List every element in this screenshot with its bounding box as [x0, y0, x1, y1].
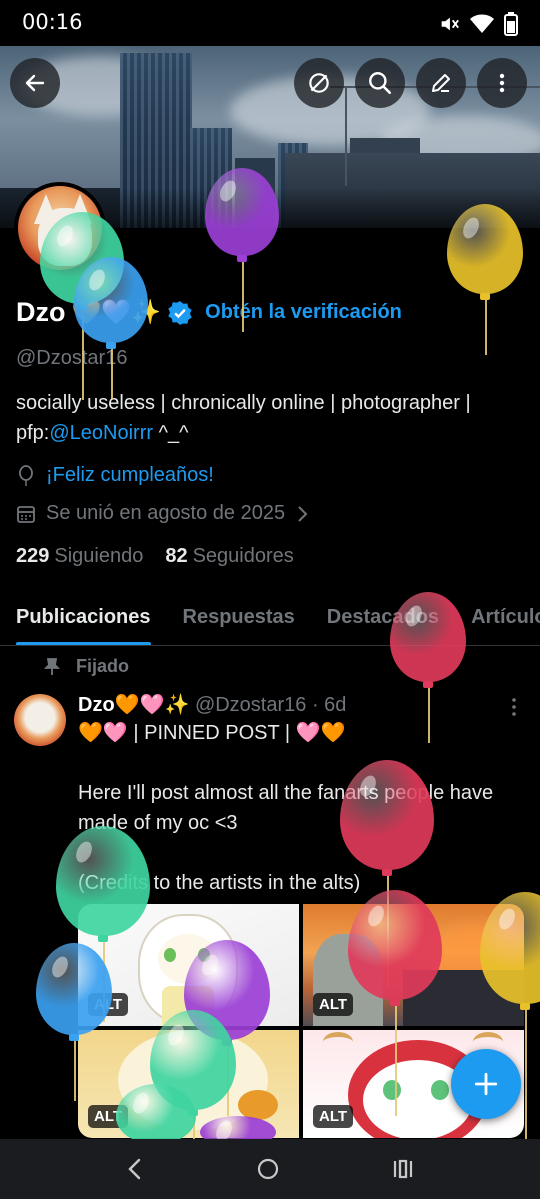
back-arrow-icon — [25, 74, 45, 92]
balloon-icon — [19, 464, 33, 486]
profile-avatar[interactable] — [14, 182, 106, 274]
edit-icon — [432, 74, 450, 92]
profile-bio: socially useless | chronically online | … — [16, 388, 516, 448]
tab-replies[interactable]: Respuestas — [183, 590, 295, 645]
search-icon — [369, 72, 392, 95]
display-name: Dzo — [16, 297, 66, 327]
get-verified-link[interactable]: Obtén la verificación — [205, 301, 402, 324]
battery-icon — [504, 12, 518, 36]
balloon — [74, 257, 148, 401]
chevron-right-icon — [298, 505, 308, 522]
alt-badge[interactable]: ALT — [88, 1105, 129, 1128]
more-vertical-icon — [499, 73, 505, 93]
pinned-indicator: Fijado — [44, 656, 129, 677]
post-text: 🧡🩷 | PINNED POST | 🩷🧡 Here I'll post alm… — [78, 722, 494, 894]
alt-badge[interactable]: ALT — [88, 993, 129, 1016]
back-button[interactable] — [10, 58, 60, 108]
edit-button[interactable] — [416, 58, 466, 108]
tab-highlights[interactable]: Destacados — [327, 590, 439, 645]
recents-icon[interactable] — [391, 1158, 415, 1180]
profile-handle: @Dzostar16 — [16, 347, 128, 369]
name-emojis: 🧡🩷✨ — [71, 299, 162, 326]
post-header: Dzo🧡🩷✨ @Dzostar16 · 6d — [78, 692, 346, 717]
followers-count: 82 — [165, 545, 188, 567]
hide-icon — [309, 73, 329, 93]
bio-mention-link[interactable]: @LeoNoirrr — [49, 422, 153, 444]
media-image-1[interactable]: ALT — [78, 904, 299, 1026]
status-time: 00:16 — [22, 10, 83, 34]
birthday-row[interactable]: ¡Feliz cumpleaños! — [16, 464, 214, 487]
plus-icon — [474, 1072, 498, 1096]
alt-badge[interactable]: ALT — [313, 993, 354, 1016]
following-label: Siguiendo — [54, 545, 144, 567]
calendar-icon — [17, 505, 35, 523]
joined-text: Se unió en agosto de 2025 — [46, 502, 286, 524]
post-author-name[interactable]: Dzo🧡🩷✨ — [78, 694, 189, 716]
pin-icon — [44, 657, 60, 675]
following-link[interactable]: 229 Siguiendo — [16, 545, 143, 568]
post-age: · 6d — [311, 694, 347, 716]
pinned-label: Fijado — [76, 656, 129, 676]
profile-name-row: Dzo 🧡🩷✨ Obtén la verificación — [16, 297, 402, 328]
post-author-avatar[interactable] — [14, 694, 66, 746]
followers-link[interactable]: 82 Seguidores — [165, 545, 293, 568]
back-chevron-icon[interactable] — [125, 1157, 145, 1181]
compose-post-button[interactable] — [451, 1049, 521, 1119]
mute-icon — [441, 17, 459, 31]
system-navigation-bar — [0, 1139, 540, 1199]
home-circle-icon[interactable] — [256, 1157, 280, 1181]
follow-stats: 229 Siguiendo 82 Seguidores — [16, 545, 294, 568]
media-image-3[interactable]: ALT — [78, 1030, 299, 1138]
wifi-icon — [470, 14, 494, 33]
status-bar: 00:16 — [0, 0, 540, 46]
bio-suffix: ^_^ — [153, 422, 189, 444]
joined-row[interactable]: Se unió en agosto de 2025 — [16, 502, 309, 525]
tab-articles[interactable]: Artículos — [471, 590, 540, 645]
search-button[interactable] — [355, 58, 405, 108]
more-options-button[interactable] — [477, 58, 527, 108]
media-image-2[interactable]: ALT — [303, 904, 524, 1026]
alt-badge[interactable]: ALT — [313, 1105, 354, 1128]
tab-posts[interactable]: Publicaciones — [16, 590, 151, 645]
birthday-text[interactable]: ¡Feliz cumpleaños! — [46, 464, 214, 487]
profile-tabs: Publicaciones Respuestas Destacados Artí… — [0, 590, 540, 646]
followers-label: Seguidores — [192, 545, 294, 567]
verified-badge-icon — [168, 300, 192, 325]
following-count: 229 — [16, 545, 50, 567]
more-vertical-icon — [512, 698, 516, 716]
hide-button[interactable] — [294, 58, 344, 108]
post-author-handle[interactable]: @Dzostar16 — [195, 694, 306, 716]
